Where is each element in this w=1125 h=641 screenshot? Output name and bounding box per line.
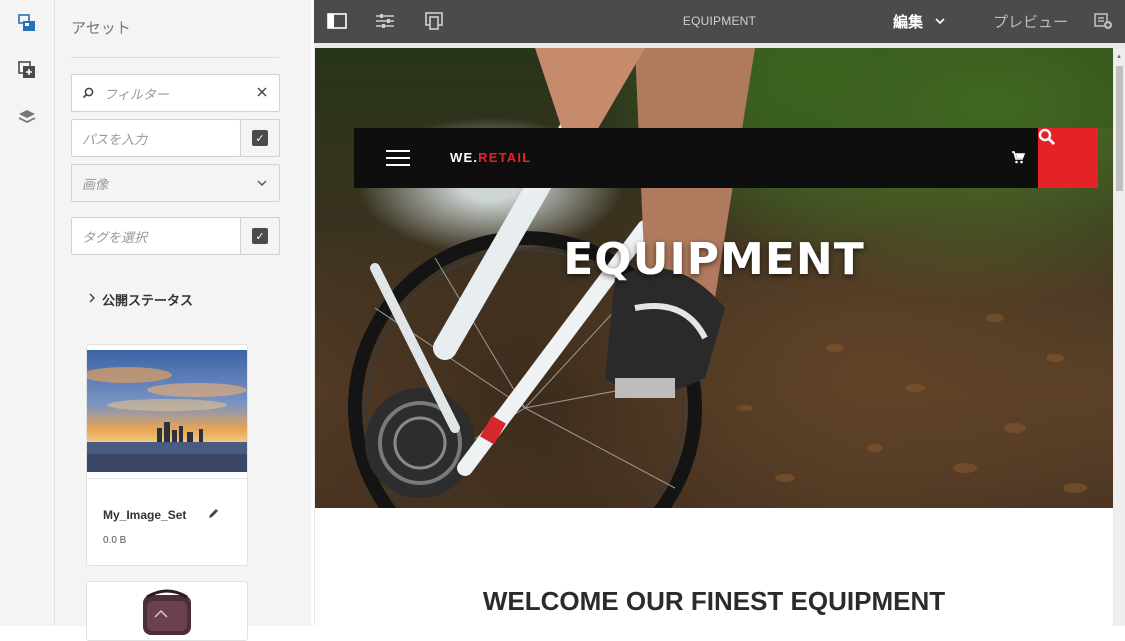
- asset-card[interactable]: [86, 581, 248, 641]
- asset-type-select[interactable]: 画像: [71, 164, 280, 202]
- components-icon[interactable]: [14, 57, 40, 83]
- logo-suffix: RETAIL: [478, 150, 532, 165]
- checkbox-icon: ✓: [252, 228, 268, 244]
- path-browse-button[interactable]: ✓: [240, 119, 280, 157]
- asset-panel: アセット フィルター パスを入力 ✓ 画像 タグを選択 ✓ 公開ステータス My…: [55, 0, 366, 641]
- chevron-down-icon: [257, 177, 267, 189]
- asset-name: My_Image_Set: [103, 508, 187, 522]
- canvas-scrollbar-thumb[interactable]: [1116, 66, 1123, 191]
- page-properties-icon[interactable]: [372, 9, 398, 33]
- asset-thumbnail: [137, 587, 197, 640]
- hero-title: EQUIPMENT: [563, 234, 865, 285]
- asset-type-value: 画像: [82, 176, 109, 192]
- publish-status-label: 公開ステータス: [102, 293, 194, 308]
- logo-prefix: WE.: [450, 150, 479, 165]
- emulator-icon[interactable]: [421, 9, 447, 33]
- hero-image[interactable]: WE.RETAIL EQUIPMENT: [315, 48, 1113, 508]
- editor-toolbar: EQUIPMENT 編集 プレビュー: [314, 0, 1125, 43]
- chevron-down-icon: [935, 16, 945, 27]
- panel-title: アセット: [71, 20, 131, 37]
- chevron-right-icon: [89, 293, 96, 306]
- toggle-side-panel-icon[interactable]: [324, 9, 350, 33]
- assets-icon[interactable]: [14, 10, 40, 36]
- shopping-cart-icon[interactable]: [1011, 150, 1025, 164]
- canvas-scrollbar[interactable]: ▲: [1114, 48, 1125, 626]
- asset-card[interactable]: My_Image_Set 0.0 B: [86, 344, 248, 566]
- site-logo[interactable]: WE.RETAIL: [450, 150, 531, 165]
- hamburger-menu-icon[interactable]: [386, 150, 410, 166]
- edit-mode-selector[interactable]: 編集: [893, 11, 945, 32]
- site-navbar: WE.RETAIL: [354, 128, 1098, 188]
- tags-input[interactable]: タグを選択: [71, 217, 241, 255]
- asset-thumbnail: [87, 350, 247, 472]
- scroll-up-arrow-icon[interactable]: ▲: [1116, 54, 1122, 60]
- filter-placeholder: フィルター: [104, 86, 169, 102]
- path-input[interactable]: パスを入力: [71, 119, 241, 157]
- annotations-icon[interactable]: [1090, 9, 1116, 33]
- clear-icon[interactable]: [257, 87, 267, 97]
- content-tree-icon[interactable]: [14, 104, 40, 130]
- side-rail: [0, 0, 55, 626]
- preview-button[interactable]: プレビュー: [993, 11, 1068, 32]
- filter-input[interactable]: フィルター: [71, 74, 280, 112]
- tags-placeholder: タグを選択: [82, 229, 148, 245]
- welcome-heading: WELCOME OUR FINEST EQUIPMENT: [482, 586, 946, 616]
- page-preview: WE.RETAIL EQUIPMENT WELCOME OUR FINEST E…: [315, 48, 1113, 626]
- divider: [87, 478, 247, 479]
- tags-picker-button[interactable]: ✓: [240, 217, 280, 255]
- mode-label: 編集: [893, 14, 924, 31]
- divider: [71, 57, 279, 58]
- editor-canvas: WE.RETAIL EQUIPMENT WELCOME OUR FINEST E…: [314, 43, 1125, 626]
- checkbox-icon: ✓: [252, 130, 268, 146]
- pencil-icon[interactable]: [206, 507, 222, 523]
- site-search-button[interactable]: [1038, 128, 1098, 188]
- asset-size: 0.0 B: [103, 535, 127, 546]
- publish-status-toggle[interactable]: 公開ステータス: [89, 290, 193, 309]
- search-icon: [82, 87, 94, 99]
- path-placeholder: パスを入力: [82, 131, 148, 147]
